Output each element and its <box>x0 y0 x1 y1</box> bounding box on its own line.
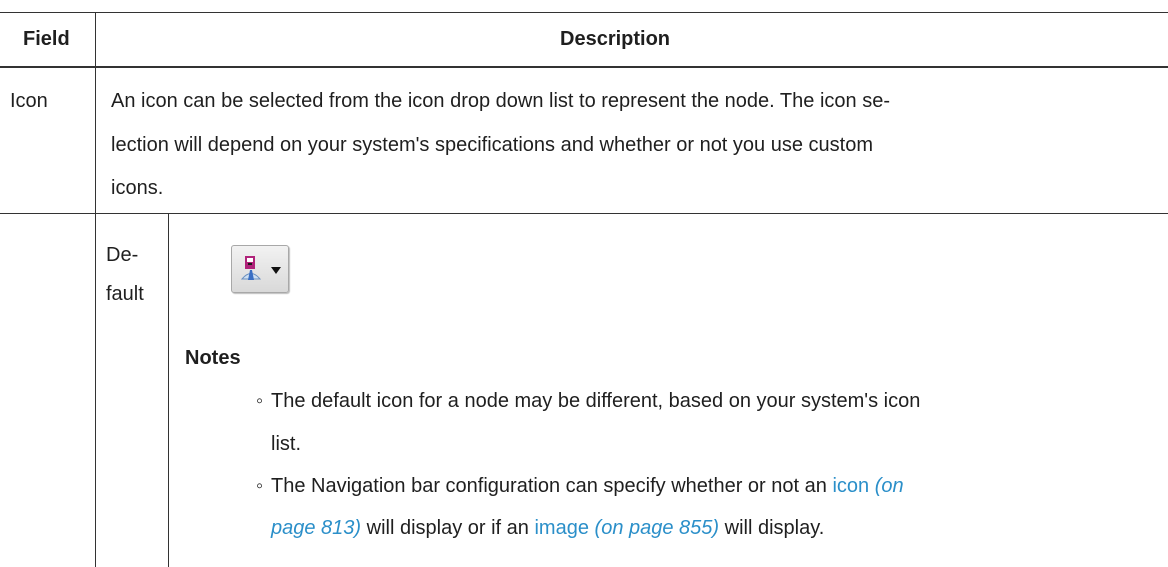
note-1-bullet: ◦ <box>256 390 264 412</box>
row-icon-desc-line1: An icon can be selected from the icon dr… <box>111 90 890 112</box>
field-column-divider <box>95 12 96 567</box>
note-2-bullet: ◦ <box>256 475 264 497</box>
header-description: Description <box>560 28 671 50</box>
node-icon-dropdown[interactable] <box>231 245 289 293</box>
header-bottom-border <box>0 66 1168 68</box>
row-icon-desc-line3: icons. <box>111 177 164 199</box>
node-icon <box>241 256 261 280</box>
icon-link-page-ref[interactable]: (on <box>875 475 904 497</box>
note-2-line2: page 813) will display or if an image (o… <box>271 510 824 546</box>
note-2-text2: will display or if an <box>361 517 535 539</box>
row-divider <box>0 213 1168 214</box>
note-1-line2: list. <box>271 433 301 455</box>
icon-link[interactable]: icon <box>832 475 869 497</box>
note-2-text1: The Navigation bar configuration can spe… <box>271 475 833 497</box>
note-2-text3: will display. <box>719 517 825 539</box>
notes-heading: Notes <box>185 347 241 369</box>
image-link-page-ref[interactable]: (on page 855) <box>595 517 720 539</box>
note-1-line1: The default icon for a node may be diffe… <box>271 390 921 412</box>
icon-link-page-ref-cont[interactable]: page 813) <box>271 517 361 539</box>
table-top-border <box>0 12 1168 13</box>
row-icon-field: Icon <box>10 90 48 112</box>
image-link[interactable]: image <box>534 517 588 539</box>
note-2-line1: The Navigation bar configuration can spe… <box>271 468 904 504</box>
nested-column-divider <box>168 213 169 567</box>
row-icon-desc-line2: lection will depend on your system's spe… <box>111 134 873 156</box>
row-default-label-line2: fault <box>106 283 144 305</box>
header-field: Field <box>23 28 70 50</box>
chevron-down-icon <box>271 267 281 274</box>
row-default-label-line1: De- <box>106 244 139 266</box>
